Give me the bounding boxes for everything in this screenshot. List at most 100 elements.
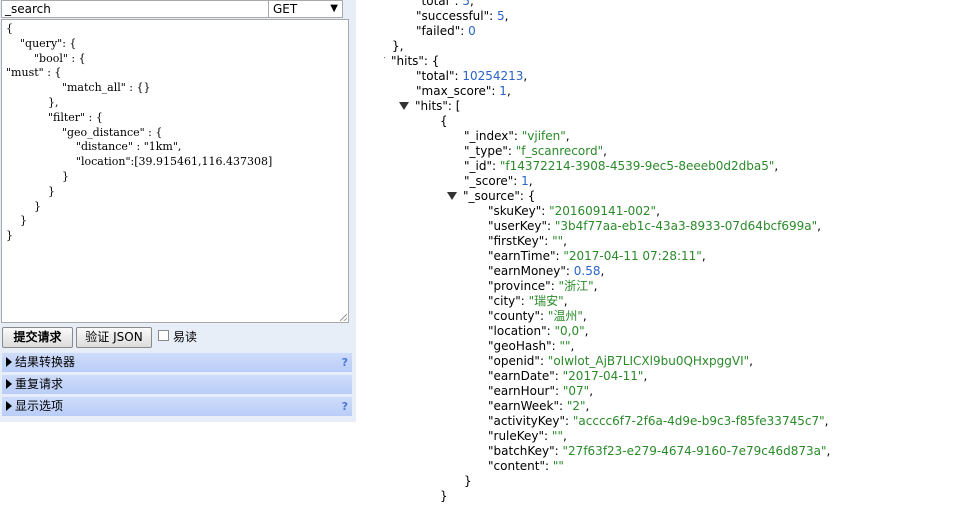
json-string: "201609141-002" [549, 204, 657, 218]
json-key: "userKey": [488, 219, 555, 233]
json-key: "hits": [ [415, 99, 461, 113]
json-key: , [817, 219, 821, 233]
json-key: "failed": [416, 24, 469, 38]
json-key: "skuKey": [488, 204, 550, 218]
request-body-text: { "query": { "bool" : { "must" : { "matc… [6, 22, 273, 243]
response-line: "batchKey": "27f63f23-e279-4674-9160-7e7… [488, 444, 830, 459]
json-key: , [570, 339, 575, 353]
json-key: , [523, 69, 528, 83]
response-line: "city": "瑞安", [488, 294, 568, 309]
json-key: , [563, 294, 568, 308]
response-line: "content": "" [488, 459, 564, 474]
json-number: 1 [499, 84, 507, 98]
json-key: "earnTime": [488, 249, 564, 263]
json-string: "07" [562, 384, 590, 398]
validate-json-button[interactable]: 验证 JSON [76, 327, 152, 348]
json-key: "_score": [464, 174, 522, 188]
response-line: "location": "0,0", [488, 324, 588, 339]
response-line: "skuKey": "201609141-002", [488, 204, 660, 219]
method-value: GET [273, 2, 298, 16]
json-key: , [565, 129, 570, 143]
json-key: , [774, 159, 779, 173]
json-key: , [701, 249, 706, 263]
path-input[interactable]: _search [1, 0, 271, 18]
response-line: "earnWeek": "2", [488, 399, 589, 414]
json-key: , [603, 144, 607, 158]
json-key: , [469, 0, 474, 8]
json-key: "hits": { [391, 54, 440, 68]
section-repeat-request[interactable]: 重复请求 [2, 374, 352, 394]
expand-arrow-icon [6, 400, 12, 411]
json-string: "3b4f77aa-eb1c-43a3-8933-07d64bcf699a" [554, 219, 818, 233]
json-key: "firstKey": [488, 234, 553, 248]
response-line: "_source": { [447, 189, 535, 204]
response-line: "hits": [ [399, 99, 460, 114]
json-key: "county": [488, 309, 548, 323]
response-line: "earnMoney": 0.58, [488, 264, 604, 279]
json-key: "province": [488, 279, 559, 293]
json-key: , [589, 384, 594, 398]
json-string: "2017-04-11 07:28:11" [563, 249, 702, 263]
section-result-transformer[interactable]: 结果转换器 ? [2, 352, 352, 372]
json-key: "max_score": [416, 84, 500, 98]
json-string: "浙江" [558, 279, 594, 293]
json-key: "ruleKey": [488, 429, 552, 443]
json-key: "earnHour": [488, 384, 563, 398]
response-line: "failed": 0 [416, 24, 476, 39]
json-key: , [643, 369, 648, 383]
json-key: , [528, 174, 533, 188]
response-line: "earnHour": "07", [488, 384, 593, 399]
json-key: "earnMoney": [488, 264, 574, 278]
json-key: "city": [488, 294, 529, 308]
help-icon[interactable]: ? [342, 397, 348, 416]
response-line: "_index": "vjifen", [464, 129, 570, 144]
collapse-toggle-icon[interactable] [384, 56, 385, 65]
response-line: "firstKey": "", [488, 234, 567, 249]
collapse-toggle-icon[interactable] [399, 101, 409, 110]
method-select[interactable]: GET ▼ [268, 0, 343, 18]
json-key: "_id": [464, 159, 500, 173]
json-string: "2017-04-11" [562, 369, 644, 383]
json-key: "_type": [464, 144, 516, 158]
json-string: "27f63f23-e279-4674-9160-7e79c46d873a" [562, 444, 827, 458]
chevron-down-icon: ▼ [330, 3, 338, 14]
response-line: "max_score": 1, [416, 84, 511, 99]
json-key: { [440, 114, 448, 128]
json-key: "earnDate": [488, 369, 563, 383]
submit-request-button[interactable]: 提交请求 [2, 327, 73, 348]
section-display-options[interactable]: 显示选项 ? [2, 396, 352, 416]
json-key: } [440, 489, 448, 503]
json-string: "瑞安" [528, 294, 564, 308]
pretty-checkbox[interactable] [158, 330, 169, 341]
json-string: "vjifen" [521, 129, 566, 143]
expand-arrow-icon [6, 356, 12, 367]
json-key: , [584, 324, 589, 338]
json-number: 5 [497, 9, 505, 23]
json-key: "batchKey": [488, 444, 563, 458]
json-key: "total": [416, 69, 463, 83]
json-key: "total": [416, 0, 463, 8]
request-panel: _search GET ▼ { "query": { "bool" : { "m… [0, 0, 356, 422]
json-key: , [504, 9, 509, 23]
response-line: "earnTime": "2017-04-11 07:28:11", [488, 249, 706, 264]
response-panel: "total": 5, "successful": 5, "failed": 0},… [384, 0, 964, 507]
json-number: 10254213 [462, 69, 524, 83]
json-number: 0.58 [573, 264, 601, 278]
expand-arrow-icon [6, 378, 12, 389]
response-line: "total": 5, [416, 0, 474, 9]
json-number: 5 [462, 0, 470, 8]
response-line: { [440, 114, 448, 129]
response-line: "earnDate": "2017-04-11", [488, 369, 647, 384]
response-line: "ruleKey": "", [488, 429, 567, 444]
json-key: , [826, 444, 831, 458]
json-key: "activityKey": [488, 414, 573, 428]
json-string: "" [552, 234, 564, 248]
response-line: } [440, 489, 448, 504]
section-label: 重复请求 [15, 377, 64, 391]
request-body-editor[interactable]: { "query": { "bool" : { "must" : { "matc… [1, 19, 349, 323]
collapse-toggle-icon[interactable] [447, 191, 457, 200]
resize-grip-icon[interactable] [340, 314, 347, 321]
json-key: , [593, 279, 598, 293]
json-key: , [656, 204, 660, 218]
help-icon[interactable]: ? [342, 353, 348, 372]
